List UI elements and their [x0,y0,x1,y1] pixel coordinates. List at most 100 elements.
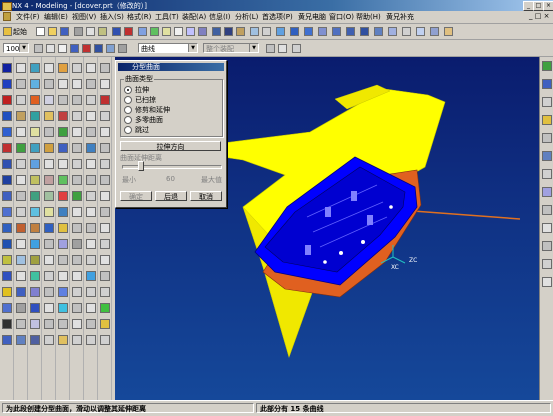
intersect-icon[interactable] [16,223,26,233]
system-materials-icon[interactable] [542,133,552,143]
hidden-edges-icon[interactable] [100,271,110,281]
cone-icon[interactable] [2,95,12,105]
menu-file[interactable]: 文件(F) [16,12,40,22]
pad-icon[interactable] [2,159,12,169]
circle-icon[interactable] [16,111,26,121]
selection-filter-combo[interactable]: 曲线 ▼ [138,43,198,53]
section-view-icon[interactable] [430,27,439,36]
move-feature-icon[interactable] [44,95,54,105]
sphere-icon[interactable] [2,111,12,121]
snap-point-icon[interactable] [106,44,115,53]
promote-icon[interactable] [86,335,96,345]
patch-surface-icon[interactable] [72,207,82,217]
open-folder-icon[interactable] [48,27,57,36]
divide-icon[interactable] [16,271,26,281]
render-icon[interactable] [290,27,299,36]
sketch-icon[interactable] [16,63,26,73]
radio-skip[interactable]: 跳过 [124,125,149,135]
menu-assemblies[interactable]: 装配(A) [182,12,206,22]
bounded-plane-icon[interactable] [30,127,40,137]
extrude-direction-button[interactable]: 拉伸方向 [120,141,221,151]
regenerate-icon[interactable] [100,175,110,185]
top-view-icon[interactable] [332,27,341,36]
rotate-icon[interactable] [186,27,195,36]
menu-tools[interactable]: 工具(T) [155,12,179,22]
offset-surface-icon[interactable] [30,159,40,169]
revolve-icon[interactable] [2,239,12,249]
radio-extrude[interactable]: 拉伸 [124,85,149,95]
view-orient-icon[interactable] [250,27,259,36]
offset-curve-icon[interactable] [16,175,26,185]
menu-information[interactable]: 信息(I) [209,12,231,22]
n-sided-icon[interactable] [30,143,40,153]
thicken-icon[interactable] [30,303,40,313]
zoom-out-icon[interactable] [100,111,110,121]
grid-icon[interactable] [86,63,96,73]
perspective-icon[interactable] [198,27,207,36]
swept-surface-icon[interactable] [30,111,40,121]
transform-icon[interactable] [86,175,96,185]
training-icon[interactable] [542,205,552,215]
patch-icon[interactable] [30,223,40,233]
menu-edit[interactable]: 编辑(E) [44,12,68,22]
layer-settings-icon[interactable] [86,95,96,105]
close-button[interactable]: × [543,1,553,11]
start-icon[interactable] [3,27,12,36]
subtract-icon[interactable] [86,271,96,281]
cancel-button[interactable]: 取消 [190,191,222,201]
soft-blend-icon[interactable] [30,287,40,297]
law-extension-icon[interactable] [30,191,40,201]
unite-icon[interactable] [86,255,96,265]
zoom-combo[interactable]: 100 ▼ [3,43,29,53]
pocket-mold-icon[interactable] [72,63,82,73]
expression-icon[interactable] [44,175,54,185]
paste-icon[interactable] [98,27,107,36]
menu-huangxiong-extra[interactable]: 黄兄补充 [386,12,414,22]
radio-multi-surface[interactable]: 多零曲面 [124,115,163,125]
sweep-icon[interactable] [2,255,12,265]
edge-blend-icon[interactable] [2,287,12,297]
delete-icon[interactable] [124,27,133,36]
display-icon[interactable] [416,27,425,36]
knowledge-icon[interactable] [542,259,552,269]
check-region-icon[interactable] [72,191,82,201]
workpiece-icon[interactable] [58,127,68,137]
menu-huangxiong-pc[interactable]: 黄兄电脑 [298,12,326,22]
history-icon[interactable] [542,115,552,125]
menu-format[interactable]: 格式(R) [127,12,151,22]
zoom-fit-icon[interactable] [150,27,159,36]
interference-icon[interactable] [44,335,54,345]
help-icon[interactable] [444,27,453,36]
snap-grid-icon[interactable] [118,44,127,53]
mold-wizard-icon[interactable] [58,63,68,73]
measure-icon[interactable] [44,239,54,249]
sew-icon[interactable] [30,207,40,217]
sub-insert-icon[interactable] [58,255,68,265]
iso-view-icon[interactable] [304,27,313,36]
checker-icon[interactable] [44,303,54,313]
mold-base-icon[interactable] [58,191,68,201]
edit-position-icon[interactable] [44,79,54,89]
assembly-scope-combo[interactable]: 整个装配 ▼ [203,43,259,53]
bottom-view-icon[interactable] [388,27,397,36]
pan-icon[interactable] [174,27,183,36]
draft-icon[interactable] [2,335,12,345]
ejector-pin-icon[interactable] [58,223,68,233]
distance-icon[interactable] [44,255,54,265]
angle-icon[interactable] [44,271,54,281]
radio-swept[interactable]: 已扫掠 [124,95,156,105]
mass-props-icon[interactable] [44,287,54,297]
scale-icon[interactable] [86,207,96,217]
shaded-view-icon[interactable] [212,27,221,36]
parting-surface-icon[interactable] [72,319,82,329]
right-view-icon[interactable] [346,27,355,36]
slot-icon[interactable] [2,191,12,201]
trimmed-sheet-icon[interactable] [30,239,40,249]
fit-icon[interactable] [100,63,110,73]
transition-object-icon[interactable] [72,303,82,313]
save-icon[interactable] [60,27,69,36]
zoom-window-icon[interactable] [100,79,110,89]
layer-icon[interactable] [236,27,245,36]
mold-csys-icon[interactable] [58,95,68,105]
mirror-icon[interactable] [86,191,96,201]
